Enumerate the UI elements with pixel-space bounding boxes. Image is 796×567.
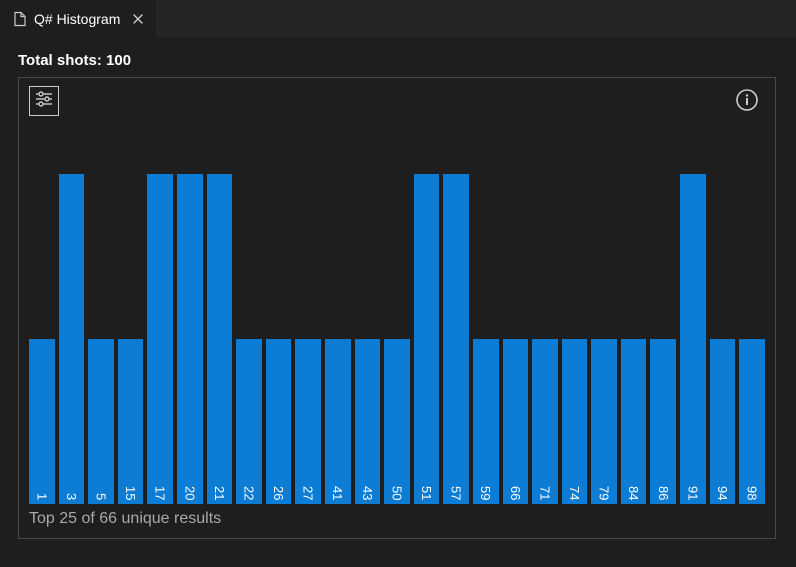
histogram-bar[interactable]: 98 xyxy=(739,339,765,504)
histogram-bar[interactable]: 86 xyxy=(650,339,676,504)
bar-label: 66 xyxy=(508,486,523,504)
histogram-bar[interactable]: 51 xyxy=(414,174,440,504)
histogram-bar[interactable]: 22 xyxy=(236,339,262,504)
bar-label: 21 xyxy=(212,486,227,504)
histogram-bar[interactable]: 71 xyxy=(532,339,558,504)
bar-label: 1 xyxy=(34,493,49,504)
histogram-bar[interactable]: 66 xyxy=(503,339,529,504)
bar-label: 20 xyxy=(182,486,197,504)
bar-label: 91 xyxy=(685,486,700,504)
tab-qsharp-histogram[interactable]: Q# Histogram xyxy=(0,0,156,38)
bar-label: 17 xyxy=(153,486,168,504)
chart-toolbar xyxy=(29,86,765,120)
histogram-bar[interactable]: 50 xyxy=(384,339,410,504)
info-icon xyxy=(735,88,759,117)
histogram-bar[interactable]: 15 xyxy=(118,339,144,504)
bar-label: 86 xyxy=(656,486,671,504)
histogram-bar[interactable]: 74 xyxy=(562,339,588,504)
histogram-bar[interactable]: 84 xyxy=(621,339,647,504)
bar-label: 26 xyxy=(271,486,286,504)
histogram-plot: 1 3 5 15 17 20 21 22 26 27 41 43 50 51 57 59 66 71 74 79 84 8… xyxy=(29,120,765,504)
histogram-bar[interactable]: 21 xyxy=(207,174,233,504)
bar-label: 94 xyxy=(715,486,730,504)
histogram-bar[interactable]: 59 xyxy=(473,339,499,504)
histogram-bar[interactable]: 41 xyxy=(325,339,351,504)
histogram-bar[interactable]: 57 xyxy=(443,174,469,504)
panel-body: Total shots: 100 xyxy=(0,38,796,557)
bar-label: 43 xyxy=(360,486,375,504)
histogram-bar[interactable]: 20 xyxy=(177,174,203,504)
histogram-bar[interactable]: 79 xyxy=(591,339,617,504)
bar-label: 50 xyxy=(389,486,404,504)
tab-label: Q# Histogram xyxy=(34,11,120,27)
histogram-bar[interactable]: 94 xyxy=(710,339,736,504)
bar-label: 84 xyxy=(626,486,641,504)
close-icon[interactable] xyxy=(128,9,148,29)
bar-label: 57 xyxy=(449,486,464,504)
bar-label: 22 xyxy=(241,486,256,504)
tab-bar: Q# Histogram xyxy=(0,0,796,38)
bar-label: 51 xyxy=(419,486,434,504)
histogram-bar[interactable]: 5 xyxy=(88,339,114,504)
histogram-bar[interactable]: 91 xyxy=(680,174,706,504)
bar-label: 71 xyxy=(537,486,552,504)
bar-label: 15 xyxy=(123,486,138,504)
histogram-bar[interactable]: 17 xyxy=(147,174,173,504)
histogram-bar[interactable]: 1 xyxy=(29,339,55,504)
sliders-icon xyxy=(34,89,54,114)
bar-label: 27 xyxy=(301,486,316,504)
histogram-bar[interactable]: 3 xyxy=(59,174,85,504)
info-button[interactable] xyxy=(733,88,761,116)
total-shots-label: Total shots: 100 xyxy=(18,52,778,69)
bar-label: 3 xyxy=(64,493,79,504)
file-icon xyxy=(12,11,28,27)
histogram-bar[interactable]: 27 xyxy=(295,339,321,504)
histogram-bar[interactable]: 26 xyxy=(266,339,292,504)
bar-label: 79 xyxy=(597,486,612,504)
settings-button[interactable] xyxy=(29,86,59,116)
histogram-frame: 1 3 5 15 17 20 21 22 26 27 41 43 50 51 57 59 66 71 74 79 84 8… xyxy=(18,77,776,539)
chart-caption: Top 25 of 66 unique results xyxy=(29,510,765,528)
bar-label: 98 xyxy=(745,486,760,504)
bar-label: 41 xyxy=(330,486,345,504)
bar-label: 74 xyxy=(567,486,582,504)
bar-label: 5 xyxy=(93,493,108,504)
bar-label: 59 xyxy=(478,486,493,504)
histogram-bar[interactable]: 43 xyxy=(355,339,381,504)
